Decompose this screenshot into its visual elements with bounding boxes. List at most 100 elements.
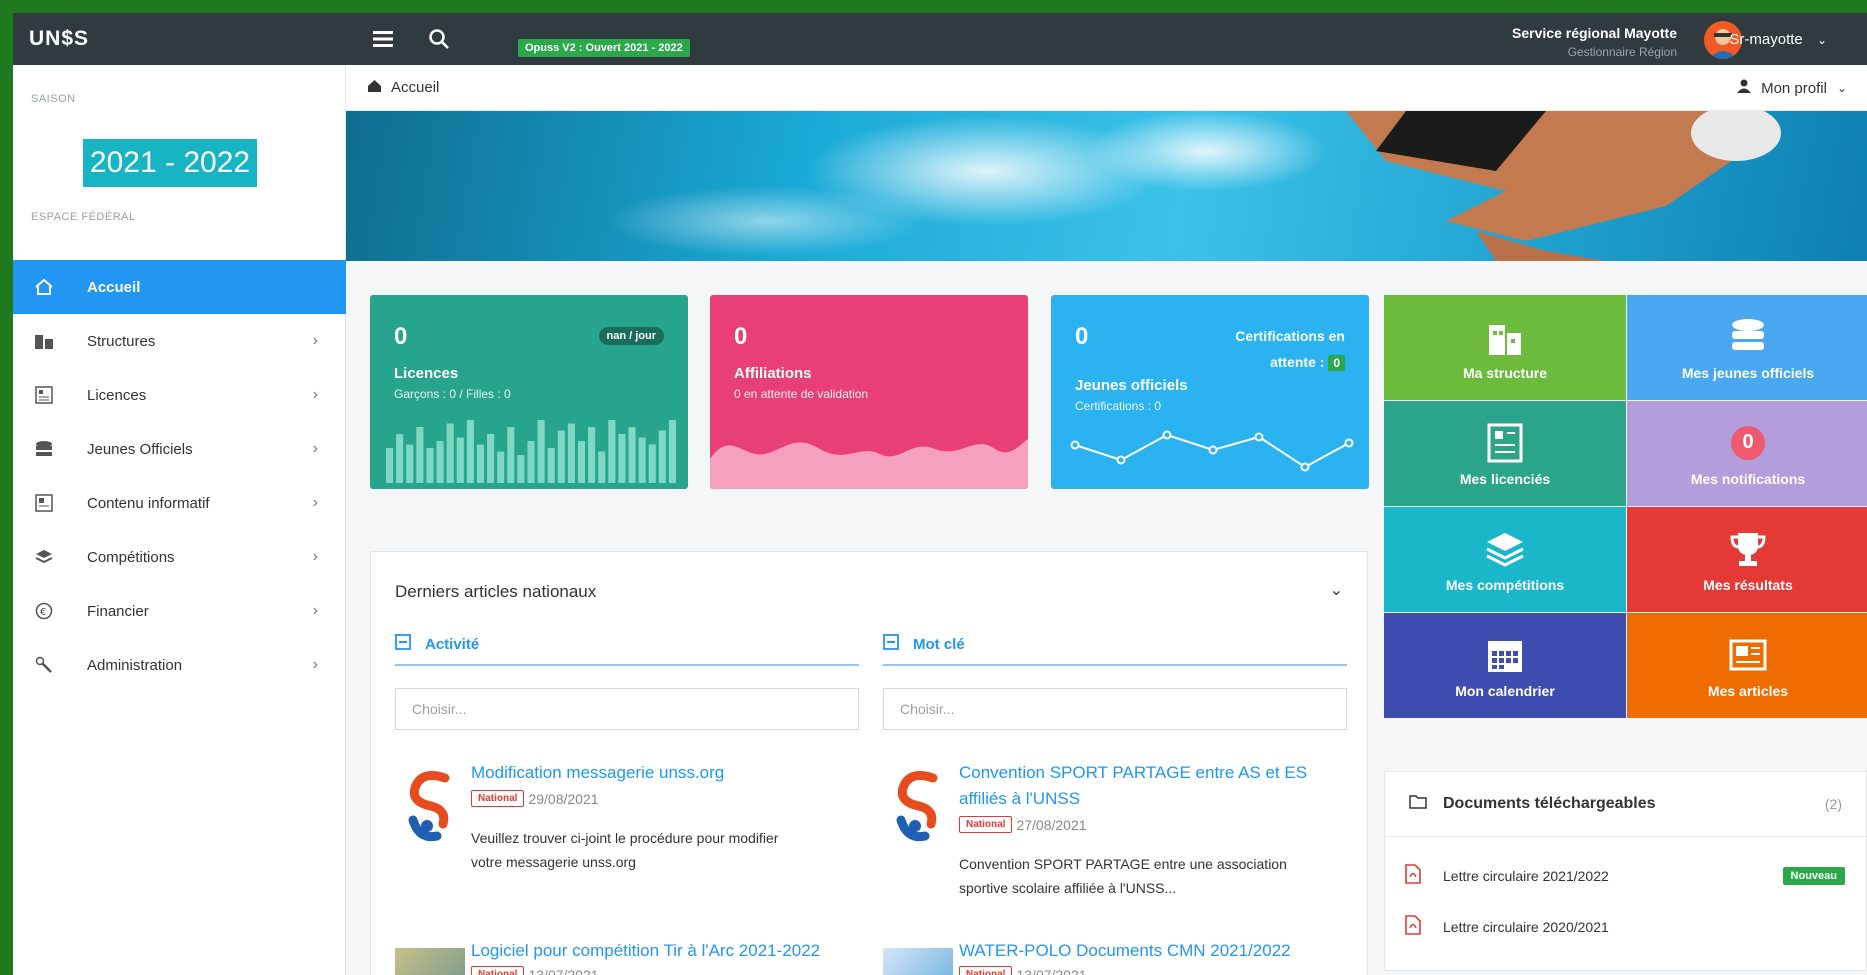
- jeunes-officiels-card[interactable]: 0 Certifications en attente : 0 Jeunes o…: [1051, 295, 1369, 489]
- excerpt-line: Convention SPORT PARTAGE entre une assoc…: [959, 856, 1287, 872]
- article-excerpt: Veuillez trouver ci-joint le procédure p…: [471, 826, 778, 874]
- collapse-chevron-icon[interactable]: ⌄: [1330, 580, 1343, 600]
- documents-count: (2): [1824, 796, 1842, 812]
- newspaper-icon: [1728, 633, 1768, 677]
- tile-mes-articles[interactable]: Mes articles: [1627, 613, 1867, 718]
- chevron-right-icon: ›: [312, 494, 318, 511]
- licences-card[interactable]: 0 nan / jour Licences Garçons : 0 / Fill…: [370, 295, 688, 489]
- tile-mon-calendrier[interactable]: Mon calendrier: [1384, 613, 1626, 718]
- season-selector[interactable]: 2021 - 2022: [83, 139, 257, 187]
- documents-title: Documents téléchargeables: [1443, 795, 1656, 812]
- breadcrumb-label: Accueil: [391, 79, 440, 96]
- notification-icon: 0: [1731, 421, 1765, 465]
- affiliations-count: 0: [734, 323, 748, 350]
- licences-bar: [618, 434, 626, 483]
- national-badge: National: [471, 790, 525, 807]
- sidebar-item-administration[interactable]: Administration ›: [13, 638, 346, 692]
- tile-ma-structure[interactable]: Ma structure: [1384, 295, 1626, 400]
- chevron-right-icon: ›: [312, 332, 318, 349]
- app-window: UN$S Opuss V2 : Ouvert 2021 - 2022 Servi…: [13, 13, 1867, 975]
- licences-bar: [567, 423, 575, 483]
- profile-menu[interactable]: Mon profil ⌄: [1737, 79, 1847, 97]
- sidebar-item-label: Jeunes Officiels: [87, 440, 193, 458]
- sidebar-item-financier[interactable]: € Financier ›: [13, 584, 346, 638]
- sidebar-item-structures[interactable]: Structures ›: [13, 314, 346, 368]
- licences-breakdown: Garçons : 0 / Filles : 0: [394, 387, 511, 401]
- sidebar-item-contenu-informatif[interactable]: Contenu informatif ›: [13, 476, 346, 530]
- search-icon[interactable]: [425, 25, 453, 53]
- licences-bar: [648, 444, 656, 483]
- licences-bar: [406, 444, 414, 483]
- article-title[interactable]: Logiciel pour compétition Tir à l'Arc 20…: [471, 938, 820, 964]
- affiliations-title: Affiliations: [734, 365, 812, 382]
- newspaper-icon: [31, 492, 57, 514]
- affiliations-card[interactable]: 0 Affiliations 0 en attente de validatio…: [710, 295, 1028, 489]
- sidebar-item-label: Structures: [87, 332, 156, 350]
- trophy-icon: [1728, 527, 1768, 571]
- tile-mes-jeunes-officiels[interactable]: Mes jeunes officiels: [1627, 295, 1867, 400]
- svg-text:€: €: [40, 607, 46, 618]
- sidebar-item-licences[interactable]: Licences ›: [13, 368, 346, 422]
- sidebar-item-label: Compétitions: [87, 548, 175, 566]
- licences-bar: [416, 427, 424, 483]
- tile-mes-licencies[interactable]: Mes licenciés: [1384, 401, 1626, 506]
- tile-mes-notifications[interactable]: 0 Mes notifications: [1627, 401, 1867, 506]
- article-excerpt: Convention SPORT PARTAGE entre une assoc…: [959, 852, 1287, 900]
- buildings-icon: [31, 330, 57, 352]
- tile-mes-resultats[interactable]: Mes résultats: [1627, 507, 1867, 612]
- euro-icon: €: [31, 600, 57, 622]
- licences-bar: [577, 441, 586, 483]
- cert-count-badge: 0: [1328, 355, 1345, 371]
- national-badge: National: [959, 966, 1013, 975]
- chevron-right-icon: ›: [312, 602, 318, 619]
- wrench-icon: [31, 654, 57, 676]
- tile-label: Mes articles: [1707, 682, 1789, 699]
- tile-mes-competitions[interactable]: Mes compétitions: [1384, 507, 1626, 612]
- licences-bar: [628, 427, 636, 483]
- articles-panel: Derniers articles nationaux ⌄ Activité M…: [370, 551, 1368, 975]
- licences-bar: [537, 420, 545, 483]
- article-title-line: affiliés à l'UNSS: [959, 789, 1081, 808]
- filter-activity-underline: [395, 664, 859, 666]
- national-badge: National: [959, 816, 1013, 833]
- filter-icon: [395, 634, 411, 654]
- sidebar-item-jeunes-officiels[interactable]: Jeunes Officiels ›: [13, 422, 346, 476]
- user-menu[interactable]: Sr-mayotte ⌄: [1729, 31, 1827, 48]
- chevron-right-icon: ›: [312, 548, 318, 565]
- article-date: 29/08/2021: [528, 790, 599, 807]
- sidebar-item-accueil[interactable]: Accueil: [13, 260, 346, 314]
- licences-bar: [598, 451, 606, 483]
- article-meta: National 13/07/2021: [471, 966, 599, 975]
- space-label: ESPACE FÉDÉRAL: [31, 211, 136, 223]
- licences-bar: [547, 448, 555, 483]
- breadcrumb-home[interactable]: Accueil: [368, 79, 439, 96]
- jeunes-officiels-count: 0: [1075, 323, 1089, 350]
- article-title[interactable]: Convention SPORT PARTAGE entre AS et ES a…: [959, 760, 1307, 812]
- keyword-select[interactable]: Choisir...: [883, 688, 1347, 730]
- top-bar: UN$S Opuss V2 : Ouvert 2021 - 2022 Servi…: [13, 13, 1867, 65]
- document-row[interactable]: Lettre circulaire 2021/2022 Nouveau: [1405, 864, 1845, 887]
- affiliations-area-chart: [710, 439, 1028, 489]
- unss-logo[interactable]: UN$S: [29, 27, 89, 51]
- filter-keyword-underline: [883, 664, 1347, 666]
- article-title-line: Convention SPORT PARTAGE entre AS et ES: [959, 763, 1308, 782]
- username: Sr-mayotte: [1729, 31, 1803, 48]
- excerpt-line: votre messagerie unss.org: [471, 854, 636, 870]
- article-title[interactable]: WATER-POLO Documents CMN 2021/2022: [959, 938, 1291, 964]
- season-label: SAISON: [31, 93, 76, 105]
- swimmer-banner-image: [606, 111, 1781, 261]
- affiliations-pending: 0 en attente de validation: [734, 387, 869, 401]
- new-badge: Nouveau: [1782, 866, 1845, 885]
- menu-toggle-icon[interactable]: [369, 25, 397, 53]
- article-date: 13/07/2021: [528, 966, 599, 975]
- sidebar-item-competitions[interactable]: Compétitions ›: [13, 530, 346, 584]
- document-row[interactable]: Lettre circulaire 2020/2021: [1405, 915, 1609, 938]
- tile-label: Mes résultats: [1703, 576, 1793, 593]
- unss-article-logo: [896, 771, 938, 842]
- layers-icon: [1485, 527, 1525, 571]
- per-day-badge: nan / jour: [598, 327, 664, 345]
- user-icon: [1737, 79, 1752, 97]
- article-title[interactable]: Modification messagerie unss.org: [471, 760, 724, 786]
- activity-select[interactable]: Choisir...: [395, 688, 859, 730]
- tile-label: Mes licenciés: [1459, 470, 1551, 487]
